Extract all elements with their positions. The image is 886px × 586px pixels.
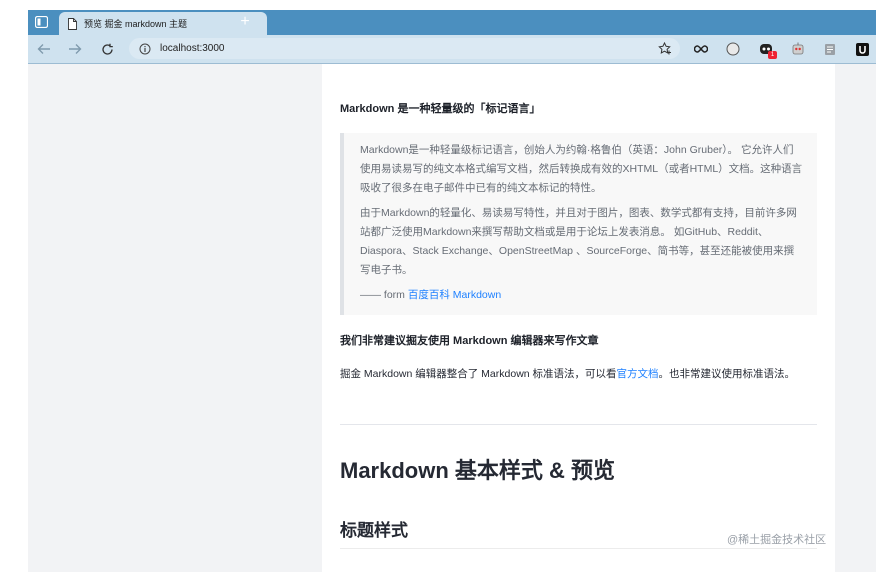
clipboard-extension-icon[interactable] bbox=[822, 41, 838, 57]
section-heading-h2: 标题样式 bbox=[340, 521, 408, 540]
new-tab-button[interactable]: + bbox=[235, 13, 255, 31]
url-text[interactable]: localhost:3000 bbox=[160, 43, 658, 54]
refresh-button[interactable] bbox=[97, 40, 117, 58]
intro-heading: Markdown 是一种轻量级的「标记语言」 bbox=[340, 103, 541, 115]
quote-paragraph-1: Markdown是一种轻量级标记语言，创始人为约翰·格鲁伯（英语：John Gr… bbox=[360, 144, 803, 194]
address-toolbar: localhost:3000 1 bbox=[28, 35, 876, 64]
robot-extension-icon[interactable] bbox=[790, 41, 806, 57]
tab-actions-icon bbox=[34, 16, 48, 28]
quote-source: —— form 百度百科 Markdown bbox=[360, 286, 803, 305]
editor-paragraph: 掘金 Markdown 编辑器整合了 Markdown 标准语法，可以看官方文档… bbox=[340, 365, 817, 384]
editor-paragraph-text-2: 。也非常建议使用标准语法。 bbox=[658, 368, 796, 380]
browser-window: 预览 掘金 markdown 主题 + localhost:3000 1 Mar… bbox=[28, 10, 876, 572]
extension-badge: 1 bbox=[768, 51, 777, 59]
recommend-heading: 我们非常建议掘友使用 Markdown 编辑器来写作文章 bbox=[340, 335, 599, 347]
editor-paragraph-text-1: 掘金 Markdown 编辑器整合了 Markdown 标准语法，可以看 bbox=[340, 368, 617, 380]
refresh-icon bbox=[101, 43, 113, 55]
ghost-extension-icon[interactable]: 1 bbox=[758, 41, 777, 59]
back-button[interactable] bbox=[34, 40, 54, 58]
watermark: @稀土掘金技术社区 bbox=[727, 534, 827, 546]
tab-actions-button[interactable] bbox=[32, 14, 50, 30]
forward-arrow-icon bbox=[69, 44, 82, 54]
page-viewport: Markdown 是一种轻量级的「标记语言」 Markdown是一种轻量级标记语… bbox=[28, 64, 876, 572]
quote-source-prefix: —— form bbox=[360, 289, 408, 301]
address-bar[interactable]: localhost:3000 bbox=[129, 38, 680, 59]
official-docs-link[interactable]: 官方文档 bbox=[617, 368, 659, 380]
moon-extension-icon[interactable] bbox=[725, 41, 741, 57]
horizontal-rule bbox=[340, 424, 817, 425]
tab-title: 预览 掘金 markdown 主题 bbox=[84, 19, 188, 29]
h2-underline bbox=[340, 548, 817, 549]
infinity-extension-icon[interactable] bbox=[693, 41, 709, 57]
site-info-icon[interactable] bbox=[139, 43, 151, 55]
document-icon bbox=[67, 17, 78, 30]
section-heading-h1: Markdown 基本样式 & 预览 bbox=[340, 458, 616, 483]
blockquote: Markdown是一种轻量级标记语言，创始人为约翰·格鲁伯（英语：John Gr… bbox=[340, 133, 817, 315]
baidu-baike-link[interactable]: 百度百科 Markdown bbox=[408, 289, 501, 301]
article-container: Markdown 是一种轻量级的「标记语言」 Markdown是一种轻量级标记语… bbox=[322, 64, 835, 572]
tab-strip: 预览 掘金 markdown 主题 + bbox=[28, 10, 876, 35]
forward-button[interactable] bbox=[65, 40, 85, 58]
back-arrow-icon bbox=[37, 44, 50, 54]
favorite-star-icon[interactable] bbox=[658, 42, 672, 55]
quote-paragraph-2: 由于Markdown的轻量化、易读易写特性，并且对于图片，图表、数学式都有支持，… bbox=[360, 207, 797, 276]
ublock-extension-icon[interactable] bbox=[854, 41, 870, 57]
